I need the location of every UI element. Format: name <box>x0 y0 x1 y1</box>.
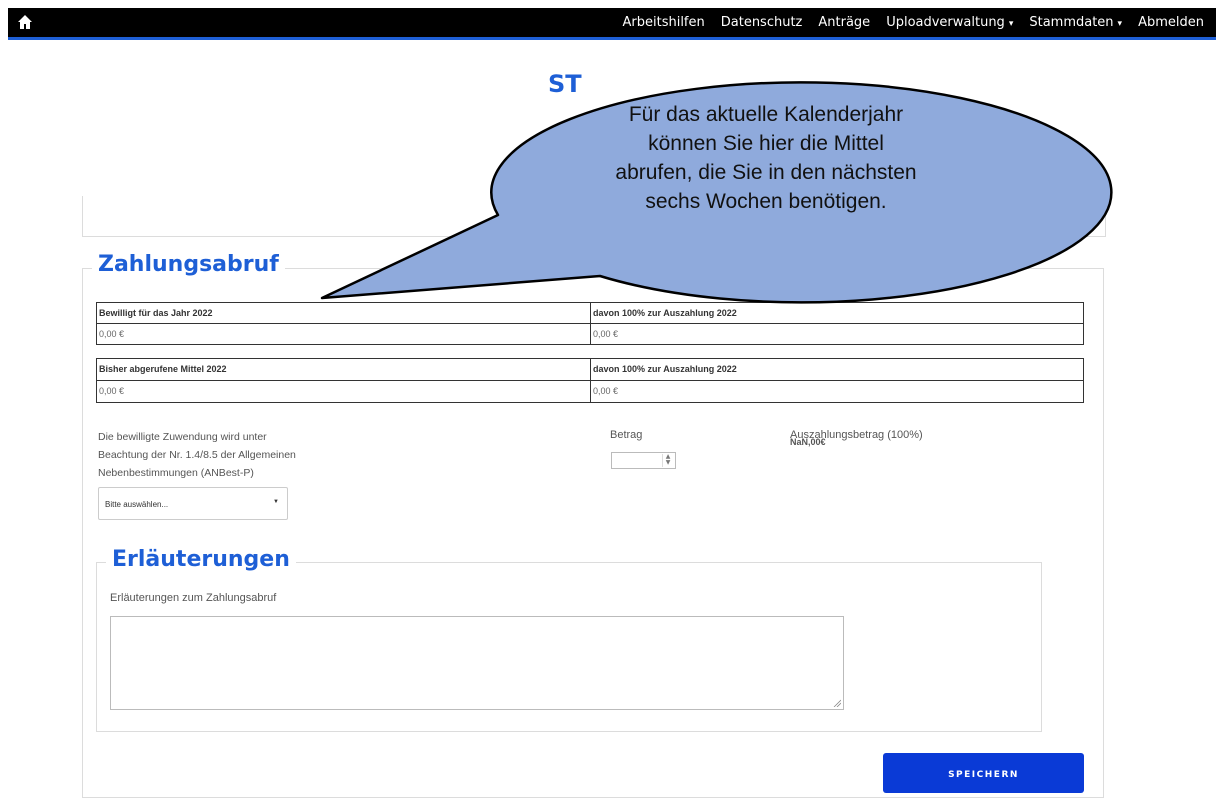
callout-line: abrufen, die Sie in den nächsten <box>615 161 917 184</box>
callout-line: können Sie hier die Mittel <box>648 132 884 155</box>
callout-text: Für das aktuelle Kalenderjahr können Sie… <box>568 100 964 216</box>
callout-line: sechs Wochen benötigen. <box>645 190 887 213</box>
callout-line: Für das aktuelle Kalenderjahr <box>628 103 904 126</box>
